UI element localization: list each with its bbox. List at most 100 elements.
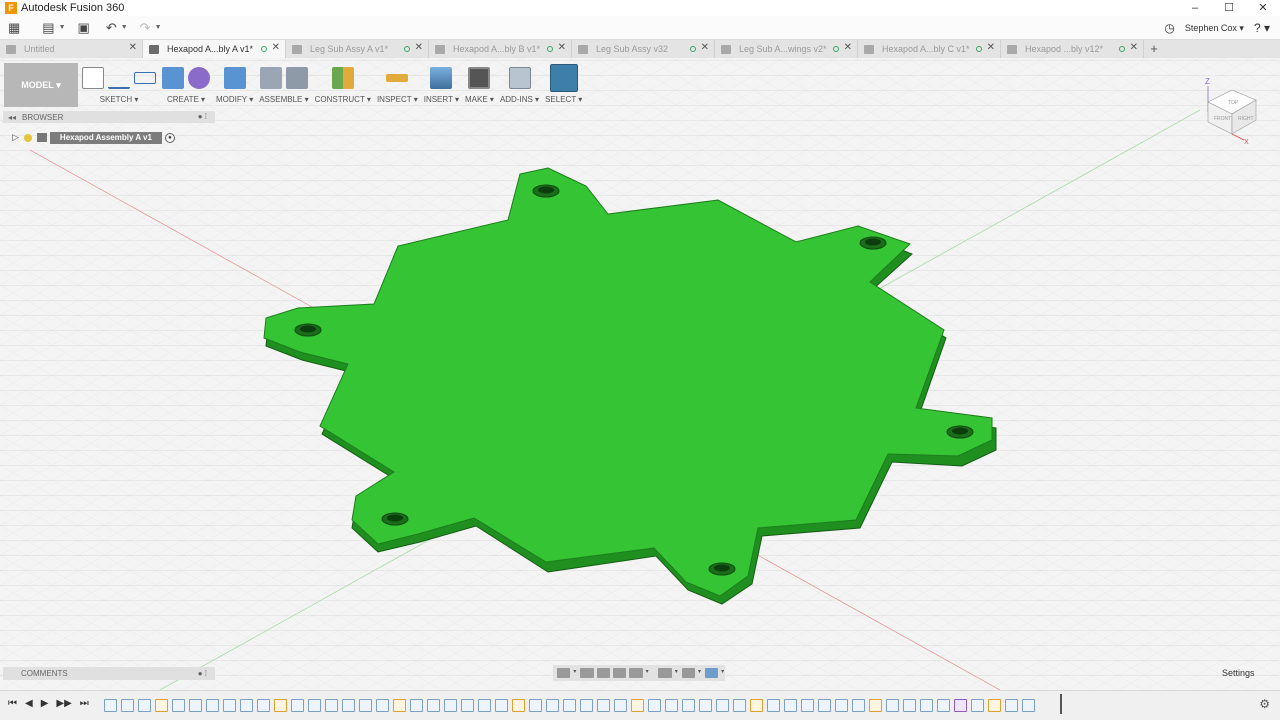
timeline-feature-item[interactable] (546, 699, 559, 712)
sketch-rectangle-icon[interactable] (134, 72, 156, 84)
inspect-menu-label[interactable]: INSPECT ▾ (377, 95, 418, 104)
timeline-feature-item[interactable] (376, 699, 389, 712)
data-panel-grid-icon[interactable]: ▦ (8, 20, 20, 36)
timeline-feature-item[interactable] (920, 699, 933, 712)
timeline-feature-item[interactable] (444, 699, 457, 712)
viewport-canvas[interactable] (0, 58, 1280, 690)
orbit-icon[interactable] (557, 668, 571, 678)
offset-plane-icon[interactable] (331, 67, 354, 89)
go-to-end-icon[interactable]: ⏭ (80, 698, 89, 709)
close-tab-icon[interactable]: ✕ (844, 42, 852, 53)
press-pull-icon[interactable] (223, 67, 246, 89)
redo-icon[interactable]: ↷ (140, 20, 151, 36)
create-menu-label[interactable]: CREATE ▾ (167, 95, 205, 104)
insert-menu-label[interactable]: INSERT ▾ (424, 95, 459, 104)
tab-hexapod-assembly-v12[interactable]: Hexapod ...bly v12* ✕ (1001, 40, 1144, 58)
display-settings-icon[interactable] (658, 668, 672, 678)
timeline-feature-item[interactable] (155, 699, 168, 712)
tab-leg-sub-assy-v32[interactable]: Leg Sub Assy v32 ✕ (572, 40, 715, 58)
timeline-feature-item[interactable] (563, 699, 576, 712)
collapse-browser-icon[interactable]: ◂◂ (8, 113, 16, 122)
root-component-name[interactable]: Hexapod Assembly A v1 (49, 131, 162, 144)
timeline-feature-item[interactable] (903, 699, 916, 712)
close-tab-icon[interactable]: ✕ (415, 42, 423, 53)
timeline-feature-item[interactable] (614, 699, 627, 712)
construct-group[interactable]: CONSTRUCT ▾ (315, 63, 371, 104)
form-icon[interactable] (188, 67, 210, 89)
timeline-feature-item[interactable] (767, 699, 780, 712)
insert-image-icon[interactable] (430, 67, 453, 89)
close-tab-icon[interactable]: ✕ (701, 42, 709, 53)
make-menu-label[interactable]: MAKE ▾ (465, 95, 494, 104)
tab-leg-sub-drawings[interactable]: Leg Sub A...wings v2* ✕ (715, 40, 858, 58)
timeline-feature-item[interactable] (988, 699, 1001, 712)
insert-group[interactable]: INSERT ▾ (424, 63, 459, 104)
modify-group[interactable]: MODIFY ▾ (216, 63, 253, 104)
timeline-feature-item[interactable] (648, 699, 661, 712)
timeline-feature-item[interactable] (529, 699, 542, 712)
timeline-feature-item[interactable] (580, 699, 593, 712)
sketch-line-icon[interactable] (108, 67, 130, 89)
timeline-feature-item[interactable] (495, 699, 508, 712)
timeline-feature-item[interactable] (410, 699, 423, 712)
job-status-clock-icon[interactable]: ◷ (1164, 21, 1174, 35)
timeline-feature-item[interactable] (971, 699, 984, 712)
3d-print-icon[interactable] (468, 67, 491, 89)
timeline-feature-item[interactable] (954, 699, 967, 712)
timeline-feature-item[interactable] (223, 699, 236, 712)
timeline-feature-item[interactable] (274, 699, 287, 712)
joint-icon[interactable] (285, 67, 308, 89)
grid-settings-icon[interactable] (681, 668, 695, 678)
chevron-down-icon[interactable]: ▼ (59, 24, 66, 31)
timeline-feature-item[interactable] (750, 699, 763, 712)
timeline-feature-item[interactable] (461, 699, 474, 712)
go-to-start-icon[interactable]: ⏮ (8, 698, 17, 709)
file-menu-icon[interactable]: ▤ (42, 20, 54, 36)
workspace-switcher[interactable]: MODEL ▾ (4, 63, 78, 107)
chevron-down-icon[interactable]: ▾ (721, 668, 725, 678)
timeline-feature-item[interactable] (801, 699, 814, 712)
timeline-feature-item[interactable] (257, 699, 270, 712)
timeline-settings-gear-icon[interactable]: ⚙ (1259, 697, 1270, 711)
timeline-feature-item[interactable] (121, 699, 134, 712)
chevron-down-icon[interactable]: ▼ (155, 24, 162, 31)
timeline-feature-item[interactable] (631, 699, 644, 712)
close-tab-icon[interactable]: ✕ (129, 42, 137, 53)
undo-icon[interactable]: ↶ (106, 20, 117, 36)
tab-untitled[interactable]: Untitled ✕ (0, 40, 143, 58)
measure-icon[interactable] (386, 74, 409, 82)
tab-hexapod-assembly-c[interactable]: Hexapod A...bly C v1* ✕ (858, 40, 1001, 58)
modify-menu-label[interactable]: MODIFY ▾ (216, 95, 253, 104)
chevron-down-icon[interactable]: ▾ (698, 668, 702, 678)
close-tab-icon[interactable]: ✕ (987, 42, 995, 53)
expand-triangle-icon[interactable]: ▷ (12, 132, 19, 143)
timeline-feature-item[interactable] (1005, 699, 1018, 712)
chevron-down-icon[interactable]: ▾ (675, 668, 679, 678)
scripts-addins-icon[interactable] (508, 67, 531, 89)
timeline-feature-item[interactable] (172, 699, 185, 712)
timeline-marker[interactable] (1060, 694, 1062, 714)
minimize-button[interactable]: – (1178, 0, 1212, 16)
timeline-feature-item[interactable] (852, 699, 865, 712)
timeline-feature-item[interactable] (597, 699, 610, 712)
pan-hand-icon[interactable] (596, 668, 610, 678)
step-forward-icon[interactable]: ▶▶ (56, 698, 71, 709)
timeline-feature-item[interactable] (665, 699, 678, 712)
assemble-menu-label[interactable]: ASSEMBLE ▾ (259, 95, 308, 104)
browser-root-item[interactable]: ▷ Hexapod Assembly A v1 ● (12, 131, 175, 144)
look-at-icon[interactable] (580, 668, 594, 678)
select-menu-label[interactable]: SELECT ▾ (545, 95, 582, 104)
chevron-down-icon[interactable]: ▼ (121, 24, 128, 31)
chevron-down-icon[interactable]: ▾ (646, 668, 650, 678)
timeline-feature-item[interactable] (104, 699, 117, 712)
pin-panel-icon[interactable]: ● ⁞ (198, 669, 207, 678)
select-group[interactable]: SELECT ▾ (545, 63, 582, 104)
settings-link[interactable]: Settings (1222, 668, 1255, 678)
browser-panel-header[interactable]: ◂◂ BROWSER ● ⁞ (3, 111, 215, 123)
close-tab-icon[interactable]: ✕ (558, 42, 566, 53)
make-group[interactable]: MAKE ▾ (465, 63, 494, 104)
visibility-bulb-icon[interactable] (23, 133, 32, 142)
pin-panel-icon[interactable]: ● ⁞ (198, 112, 207, 121)
step-back-icon[interactable]: ◀ (25, 698, 33, 709)
timeline-feature-item[interactable] (682, 699, 695, 712)
